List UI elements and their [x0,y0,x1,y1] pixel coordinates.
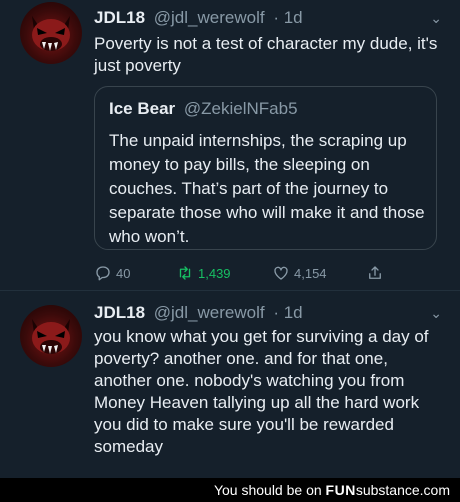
watermark-brand-rest: substance [355,482,420,498]
reply-button[interactable]: 40 [94,264,130,282]
watermark-prefix: You should be on [213,482,322,498]
watermark-text: You should be on FUNsubstance.com [214,482,450,498]
watermark-brand-tld: .com [419,482,450,498]
avatar[interactable] [20,305,82,367]
quoted-tweet-text: The unpaid internships, the scraping up … [109,131,425,246]
retweet-icon [179,266,191,280]
tweet-actions: 40 1,439 4,154 [94,264,394,286]
retweet-button[interactable]: 1,439 [176,264,231,282]
reply-count: 40 [116,265,131,281]
tweet-header: JDL18 @jdl_werewolf · 1d [94,303,303,323]
chevron-down-icon[interactable]: ⌄ [430,10,442,27]
share-icon [369,266,381,279]
quoted-user-handle: @ZekielNFab5 [183,99,298,118]
tweet-2[interactable]: JDL18 @jdl_werewolf · 1d ⌄ you know what… [0,290,460,479]
chevron-down-icon[interactable]: ⌄ [430,305,442,322]
user-handle[interactable]: @jdl_werewolf [154,303,265,322]
tweet-text: Poverty is not a test of character my du… [94,34,438,75]
like-icon [274,266,288,280]
share-button[interactable] [366,264,388,282]
quoted-tweet[interactable]: Ice Bear @ZekielNFab5 The unpaid interns… [94,86,437,250]
werewolf-avatar-icon [32,319,70,354]
tweet-time[interactable]: · 1d [273,303,302,322]
avatar[interactable] [20,2,82,64]
watermark-brand-fun: FUN [325,482,356,498]
quoted-display-name: Ice Bear [109,99,176,118]
tweet-1[interactable]: JDL18 @jdl_werewolf · 1d ⌄ Poverty is no… [0,0,460,290]
user-handle[interactable]: @jdl_werewolf [154,8,265,27]
display-name[interactable]: JDL18 [94,303,145,322]
like-count: 4,154 [294,265,327,281]
retweet-count: 1,439 [198,265,231,281]
werewolf-avatar-icon [32,16,70,51]
tweet-text: you know what you get for surviving a da… [94,327,429,456]
like-button[interactable]: 4,154 [272,264,327,282]
quoted-tweet-header: Ice Bear @ZekielNFab5 [109,99,298,119]
watermark-footer: You should be on FUNsubstance.com [0,478,460,502]
reply-icon [96,266,110,281]
tweet-time[interactable]: · 1d [273,8,302,27]
display-name[interactable]: JDL18 [94,8,145,27]
tweet-header: JDL18 @jdl_werewolf · 1d [94,8,303,28]
